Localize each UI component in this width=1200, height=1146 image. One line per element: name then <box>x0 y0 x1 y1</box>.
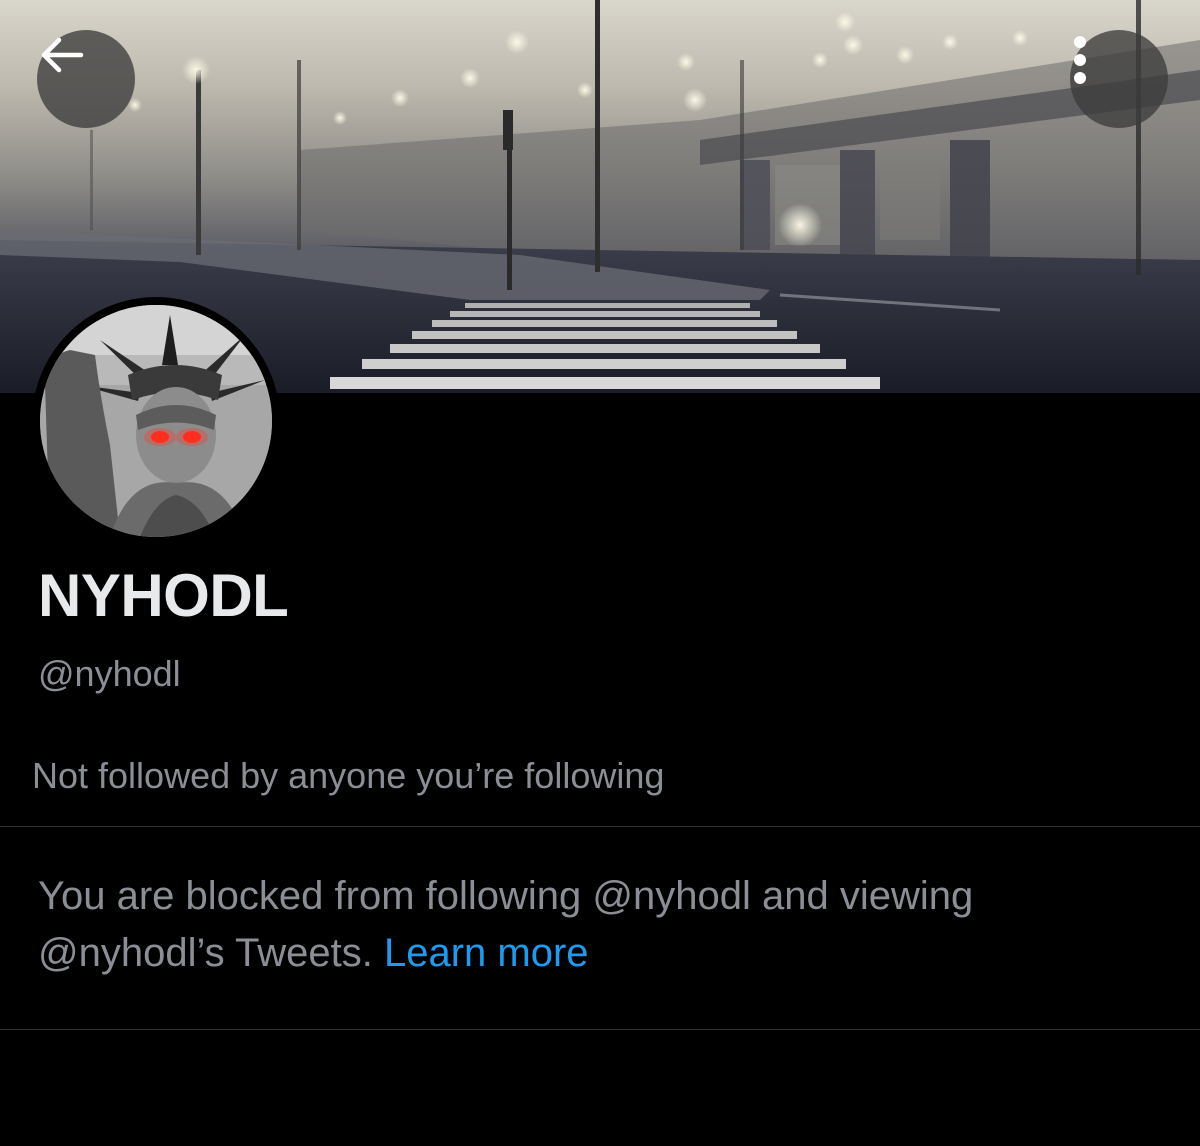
learn-more-link[interactable]: Learn more <box>384 931 589 975</box>
display-name: NYHODL <box>38 562 289 629</box>
back-button[interactable] <box>37 30 135 128</box>
avatar[interactable] <box>32 297 280 545</box>
statue-of-liberty-image <box>40 305 272 537</box>
divider <box>0 826 1200 827</box>
social-context-text: Not followed by anyone you’re following <box>32 755 665 796</box>
handle: @nyhodl <box>38 653 181 694</box>
avatar-image <box>40 305 272 537</box>
more-options-button[interactable] <box>1070 30 1168 128</box>
blocked-notice: You are blocked from following @nyhodl a… <box>38 868 1158 982</box>
divider <box>0 1029 1200 1030</box>
